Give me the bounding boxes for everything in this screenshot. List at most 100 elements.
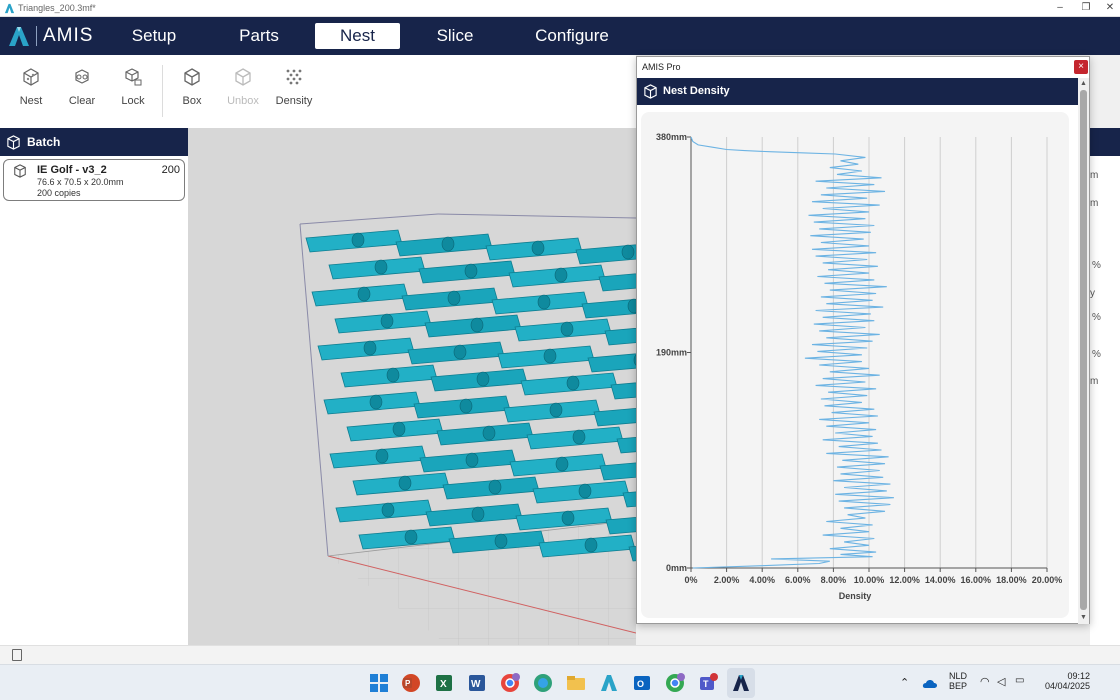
lock-button-label: Lock [121, 95, 145, 107]
nest-build-volume-render [299, 213, 636, 645]
log-icon[interactable] [12, 649, 22, 661]
part-cylinder [572, 429, 586, 445]
chrome-icon[interactable] [664, 672, 686, 694]
nest-settings-header [1090, 128, 1120, 156]
part-cylinder [375, 448, 389, 464]
svg-text:X: X [440, 679, 447, 690]
density-chart: 0% 2.00% 4.00% 6.00% 8.00% 10.00% 12.00% 14.00%… [656, 132, 1062, 601]
y-tick-label: 0mm [666, 563, 687, 573]
volume-icon[interactable]: ◁ [997, 675, 1005, 688]
part-cylinder [404, 529, 418, 545]
part-cylinder [488, 479, 502, 495]
word-icon[interactable]: W [466, 672, 488, 694]
x-axis-label: Density [839, 591, 872, 601]
x-tick-label: 4.00% [749, 575, 775, 585]
part-cylinder [537, 294, 551, 310]
setting-unit-5: % [1092, 312, 1101, 323]
start-icon[interactable] [368, 672, 390, 694]
tab-setup[interactable]: Setup [117, 23, 191, 49]
y-tick-label: 380mm [656, 132, 687, 142]
part-dimensions: 76.6 x 70.5 x 20.0mm [37, 177, 124, 187]
x-tick-label: 10.00% [854, 575, 885, 585]
density-button-label: Density [275, 95, 313, 107]
clear-button[interactable]: Clear [57, 67, 107, 115]
dialog-header: Nest Density [637, 78, 1078, 105]
density-icon [286, 69, 302, 85]
close-window-button[interactable]: ✕ [1098, 1, 1120, 15]
x-tick-label: 14.00% [925, 575, 956, 585]
part-cylinder [392, 421, 406, 437]
y-tick-label: 190mm [656, 348, 687, 358]
part-cylinder [561, 510, 575, 526]
teams-icon[interactable]: T [697, 672, 719, 694]
excel-icon[interactable]: X [433, 672, 455, 694]
minimize-button[interactable]: – [1048, 1, 1072, 15]
x-tick-label: 0% [684, 575, 697, 585]
batch-header-label: Batch [27, 135, 61, 149]
clock[interactable]: 09:12 04/04/2025 [1040, 671, 1090, 691]
part-name: IE Golf - v3_2 [37, 164, 107, 176]
tray-overflow-icon[interactable]: ⌃ [900, 676, 909, 689]
window-title: Triangles_200.3mf* [18, 3, 96, 13]
3d-viewport[interactable] [188, 128, 636, 645]
part-cylinder [369, 394, 383, 410]
clear-button-label: Clear [68, 95, 96, 107]
tab-configure[interactable]: Configure [524, 23, 620, 49]
part-cylinder [566, 375, 580, 391]
tab-parts[interactable]: Parts [222, 23, 296, 49]
density-button[interactable]: Density [269, 67, 319, 115]
unbox-button[interactable]: Unbox [218, 67, 268, 115]
part-count: 200 [161, 164, 180, 176]
chrome-profile-icon[interactable] [499, 672, 521, 694]
amis-active-taskbar-icon[interactable] [730, 672, 752, 694]
nest-density-dialog: AMIS Pro × Nest Density 0% 2.00% 4.00% 6.00… [636, 56, 1090, 624]
status-bar [0, 645, 1120, 664]
tab-nest[interactable]: Nest [315, 23, 400, 49]
nest-button[interactable]: Nest [6, 67, 56, 115]
language-indicator[interactable]: NLD BEP [946, 671, 970, 691]
file-explorer-icon[interactable] [565, 672, 587, 694]
tab-slice[interactable]: Slice [418, 23, 492, 49]
part-cylinder [447, 290, 461, 306]
dialog-scrollbar[interactable]: ▲ ▼ [1078, 78, 1089, 624]
part-cylinder [621, 244, 635, 260]
scroll-down-icon[interactable]: ▼ [1079, 613, 1088, 623]
svg-text:P: P [405, 679, 411, 688]
unbox-icon [235, 68, 251, 86]
clear-icon [75, 69, 89, 84]
part-cylinder [374, 259, 388, 275]
powerpoint-icon[interactable]: P [400, 672, 422, 694]
part-cylinder [482, 425, 496, 441]
x-tick-label: 6.00% [785, 575, 811, 585]
maximize-button[interactable]: ❐ [1074, 1, 1098, 15]
nested-part [593, 407, 636, 427]
os-taskbar: P X W O T ⌃ NLD BEP ◠ ◁ ▭ 09:12 04/04/20… [0, 664, 1120, 700]
nested-part [587, 353, 636, 373]
part-cylinder [554, 267, 568, 283]
box-button[interactable]: Box [167, 67, 217, 115]
scroll-up-icon[interactable]: ▲ [1079, 79, 1088, 89]
outlook-icon[interactable]: O [631, 672, 653, 694]
edge-icon[interactable] [532, 672, 554, 694]
x-tick-label: 18.00% [996, 575, 1027, 585]
unbox-button-label: Unbox [227, 95, 259, 107]
x-tick-label: 16.00% [961, 575, 992, 585]
svg-text:W: W [471, 679, 481, 690]
part-cylinder [459, 398, 473, 414]
nested-part [598, 273, 636, 292]
dialog-close-button[interactable]: × [1074, 60, 1088, 74]
part-cylinder [465, 452, 479, 468]
part-cylinder [363, 340, 377, 356]
part-cylinder [464, 263, 478, 279]
setting-unit-6: % [1092, 349, 1101, 360]
amis-taskbar-icon[interactable] [598, 672, 620, 694]
lock-button[interactable]: Lock [108, 67, 158, 115]
onedrive-icon[interactable] [922, 677, 938, 689]
battery-icon[interactable]: ▭ [1015, 675, 1024, 686]
batch-item[interactable]: IE Golf - v3_2 200 76.6 x 70.5 x 20.0mm … [3, 159, 185, 201]
nested-part [599, 462, 636, 481]
part-cylinder [357, 286, 371, 302]
scrollbar-thumb[interactable] [1080, 90, 1087, 610]
part-cylinder [351, 232, 365, 248]
wifi-icon[interactable]: ◠ [980, 675, 990, 688]
